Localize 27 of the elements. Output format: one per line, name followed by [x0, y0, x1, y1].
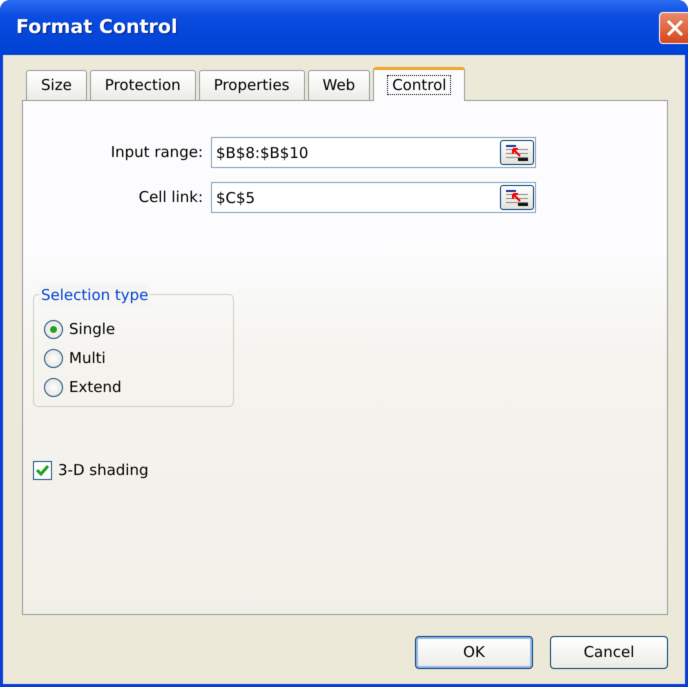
option-label: Single: [69, 319, 116, 340]
field-label: Cell link:: [138, 187, 204, 208]
tab[interactable]: Size: [26, 70, 87, 100]
input-field[interactable]: $B$8:$B$10: [211, 137, 536, 168]
range-picker-button[interactable]: [500, 185, 534, 210]
close-button[interactable]: [659, 12, 688, 44]
radio-button[interactable]: [44, 378, 63, 397]
tab[interactable]: Protection: [90, 70, 196, 100]
option-label: Multi: [69, 348, 106, 370]
input-field[interactable]: $C$5: [211, 182, 536, 213]
option-label: Extend: [69, 377, 122, 398]
tab[interactable]: Properties: [198, 70, 304, 100]
cancel-button[interactable]: Cancel: [550, 636, 668, 669]
checkbox[interactable]: [33, 460, 52, 480]
range-select-icon: [505, 188, 529, 206]
radio-button[interactable]: [44, 320, 63, 339]
ok-button[interactable]: OK: [415, 636, 533, 669]
window-title: Format Control: [16, 15, 178, 40]
radio-button[interactable]: [44, 349, 63, 368]
checkbox-label: 3-D shading: [58, 460, 149, 481]
close-icon: [665, 18, 685, 38]
range-picker-button[interactable]: [500, 140, 534, 165]
tab[interactable]: Web: [308, 70, 370, 100]
field-label: Input range:: [110, 142, 204, 164]
tab[interactable]: Control: [373, 67, 466, 101]
group-title: Selection type: [39, 284, 150, 306]
range-select-icon: [505, 144, 529, 162]
